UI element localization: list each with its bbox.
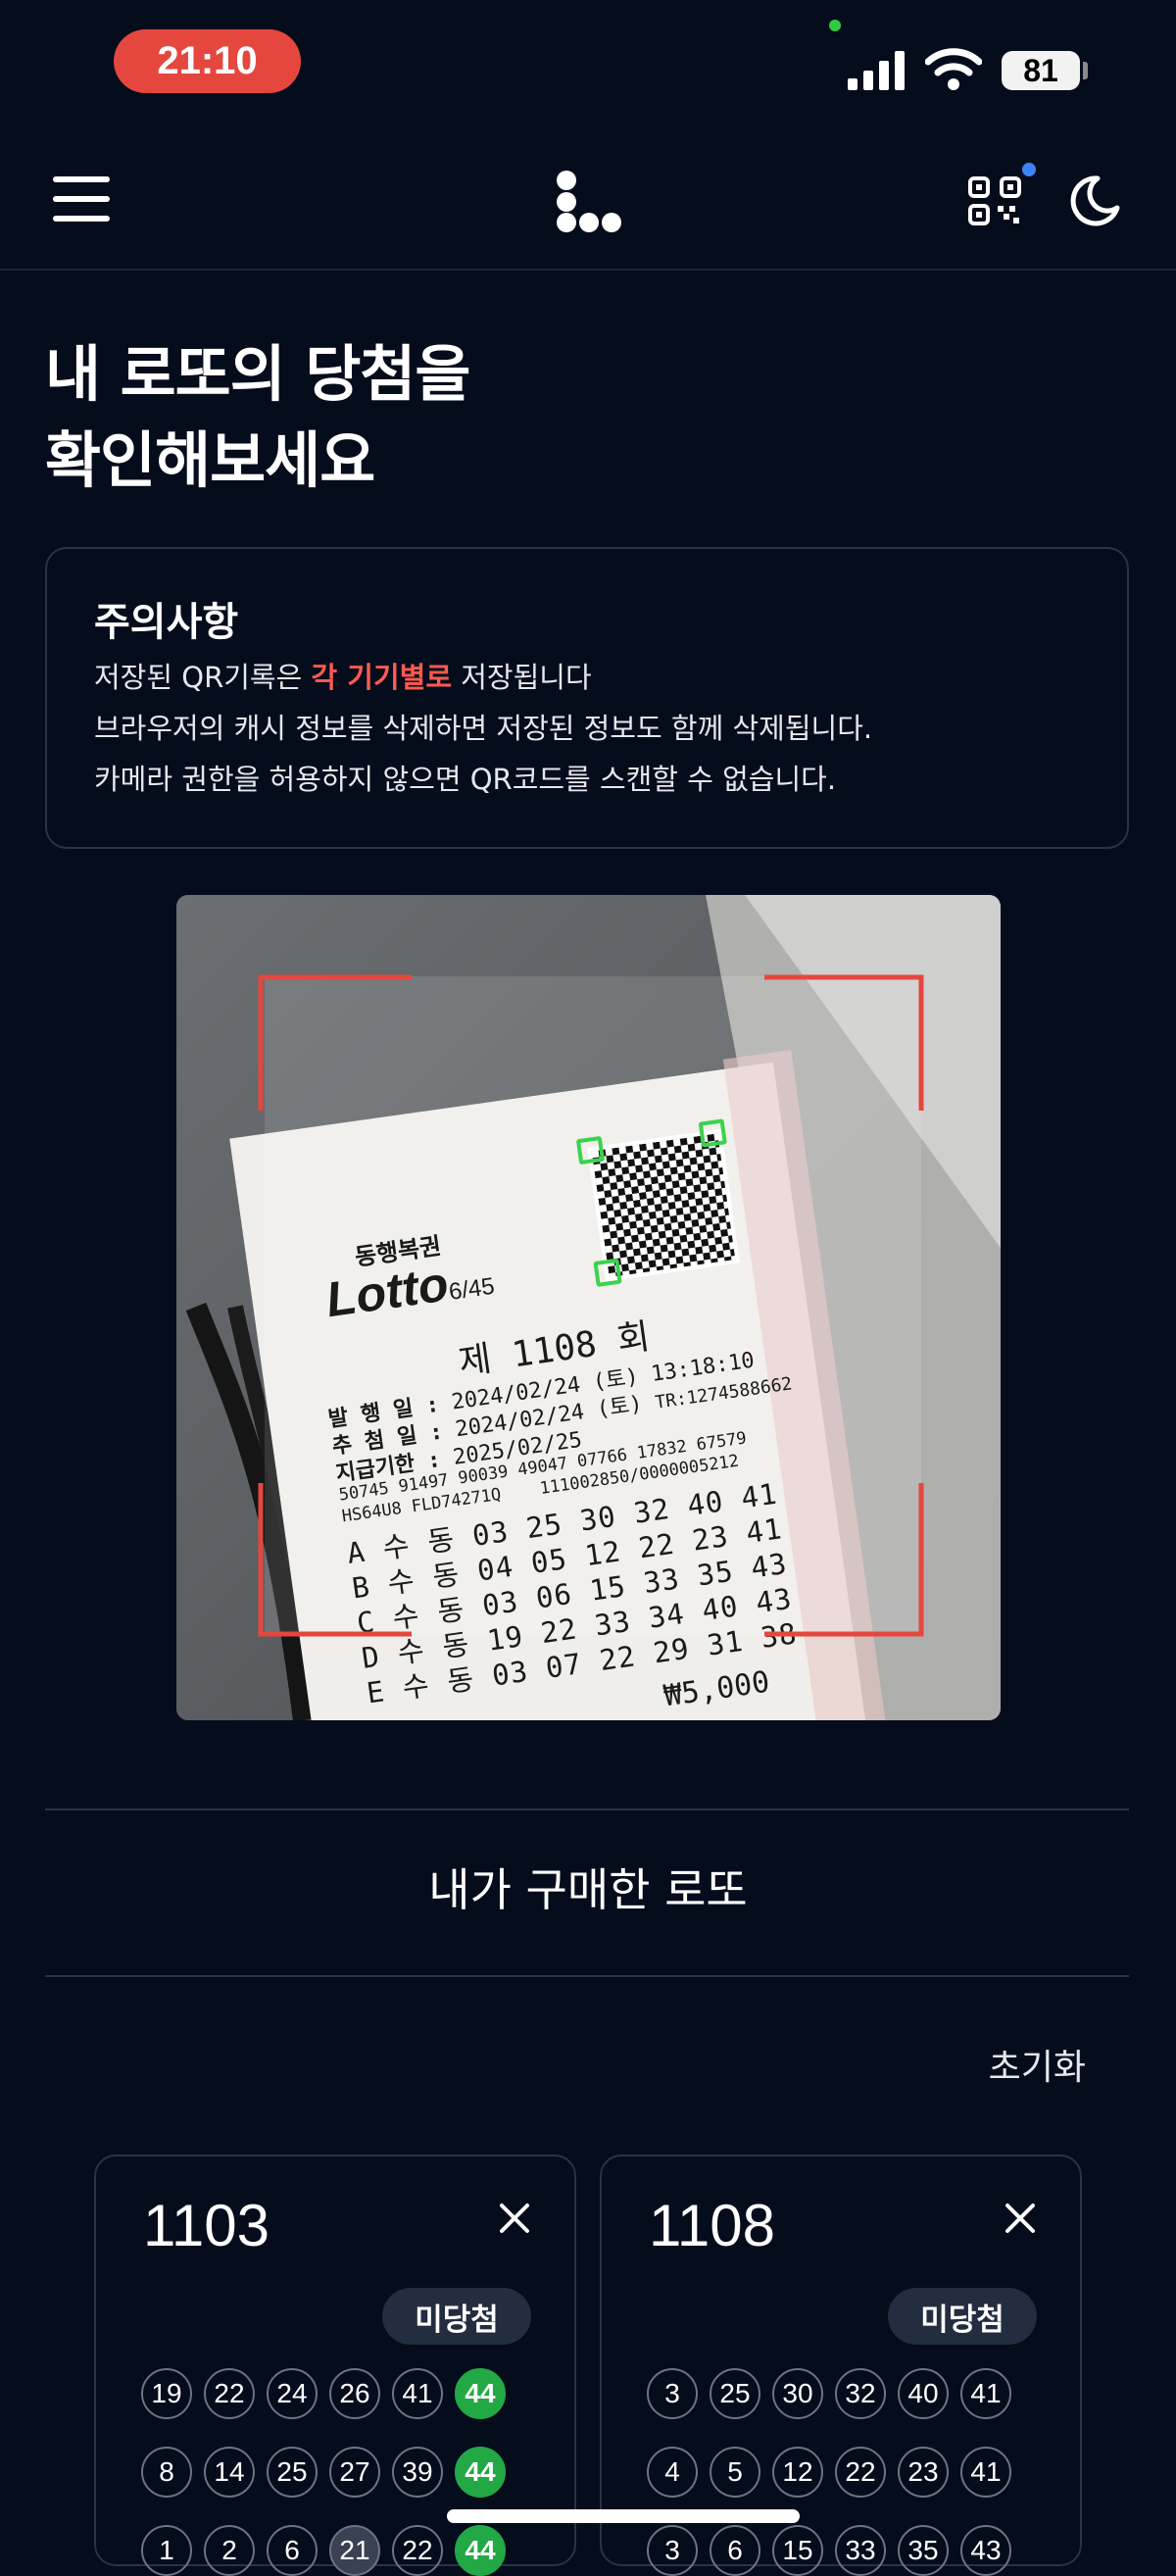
lotto-ball: 14 <box>204 2447 255 2498</box>
battery-indicator: 81 <box>1002 51 1080 90</box>
notice-line-1-before: 저장된 QR기록은 <box>94 661 312 694</box>
app-logo-icon[interactable] <box>555 169 623 233</box>
qr-code-icon[interactable] <box>968 176 1023 225</box>
lotto-ball: 33 <box>835 2525 886 2576</box>
lotto-ball: 26 <box>329 2368 380 2419</box>
lotto-ball: 2 <box>204 2525 255 2576</box>
notice-line-1-after: 저장됩니다 <box>452 661 592 694</box>
scan-frame <box>258 974 924 1637</box>
notification-dot <box>1022 163 1036 176</box>
battery-tip <box>1083 62 1088 79</box>
close-icon[interactable] <box>1004 2202 1037 2235</box>
lotto-ball: 3 <box>647 2525 698 2576</box>
status-badge: 미당첨 <box>382 2288 531 2345</box>
qr-scanner-view[interactable]: 동행복권 Lotto 6/45 제 1108 회 발 행 일 : 2024/02… <box>176 895 1001 1720</box>
lotto-ball: 35 <box>898 2525 949 2576</box>
lotto-ball: 12 <box>772 2447 823 2498</box>
lotto-ball: 32 <box>835 2368 886 2419</box>
lotto-ball: 44 <box>455 2447 506 2498</box>
lotto-ball: 4 <box>647 2447 698 2498</box>
lotto-ball: 25 <box>267 2447 318 2498</box>
reset-button[interactable]: 초기화 <box>989 2039 1086 2090</box>
section-divider-top <box>45 1808 1129 1810</box>
lotto-ball: 19 <box>141 2368 192 2419</box>
cellular-signal-icon <box>848 51 905 90</box>
wifi-icon <box>925 48 982 90</box>
lotto-ball: 3 <box>647 2368 698 2419</box>
ticket-1-row-3: 1 2 6 21 22 44 <box>141 2525 506 2576</box>
ticket-card-1103[interactable]: 1103 미당첨 19 22 24 26 41 44 8 14 25 27 39 44 1 2 6 21 2… <box>94 2155 576 2576</box>
status-badge: 미당첨 <box>888 2288 1037 2345</box>
ticket-card-1108[interactable]: 1108 미당첨 3 25 30 32 40 41 4 5 12 22 23 41 3 6 15 33 35… <box>600 2155 1082 2576</box>
ticket-1-row-2: 8 14 25 27 39 44 <box>141 2447 506 2498</box>
lotto-ball: 44 <box>455 2525 506 2576</box>
notice-title: 주의사항 <box>94 600 239 645</box>
ticket-2-row-2: 4 5 12 22 23 41 <box>647 2447 1011 2498</box>
status-time: 21:10 <box>114 29 301 93</box>
lotto-ball: 41 <box>392 2368 443 2419</box>
lotto-ball: 1 <box>141 2525 192 2576</box>
lotto-ball: 24 <box>267 2368 318 2419</box>
close-icon[interactable] <box>498 2202 531 2235</box>
lotto-ball: 43 <box>960 2525 1011 2576</box>
lotto-ball: 44 <box>455 2368 506 2419</box>
home-indicator[interactable] <box>447 2509 800 2523</box>
notice-line-3: 카메라 권한을 허용하지 않으면 QR코드를 스캔할 수 없습니다. <box>94 763 837 796</box>
lotto-ball: 23 <box>898 2447 949 2498</box>
section-divider-bottom <box>45 1975 1129 1977</box>
lotto-ball: 40 <box>898 2368 949 2419</box>
ticket-2-row-3: 3 6 15 33 35 43 <box>647 2525 1011 2576</box>
notice-highlight: 각 기기별로 <box>311 661 453 694</box>
privacy-indicator-dot <box>829 20 841 31</box>
lotto-ball: 22 <box>204 2368 255 2419</box>
lotto-ball: 25 <box>710 2368 760 2419</box>
lotto-ball: 8 <box>141 2447 192 2498</box>
lotto-ball: 22 <box>392 2525 443 2576</box>
header-divider <box>0 269 1176 271</box>
page-title-line1: 내 로또의 당첨을 <box>45 338 470 410</box>
notice-card: 주의사항 저장된 QR기록은 각 기기별로 저장됩니다 브라우저의 캐시 정보를… <box>45 547 1129 849</box>
lotto-ball: 39 <box>392 2447 443 2498</box>
moon-icon[interactable] <box>1068 174 1121 227</box>
lotto-ball: 15 <box>772 2525 823 2576</box>
lotto-ball: 6 <box>267 2525 318 2576</box>
lotto-ball: 5 <box>710 2447 760 2498</box>
lotto-ball: 30 <box>772 2368 823 2419</box>
hamburger-menu-icon[interactable] <box>51 174 114 223</box>
ticket-round-number: 1108 <box>649 2193 776 2258</box>
notice-line-1: 저장된 QR기록은 각 기기별로 저장됩니다 <box>94 655 592 696</box>
lotto-ball: 27 <box>329 2447 380 2498</box>
lotto-ball: 22 <box>835 2447 886 2498</box>
lotto-ball: 6 <box>710 2525 760 2576</box>
lotto-ball: 41 <box>960 2447 1011 2498</box>
ticket-2-row-1: 3 25 30 32 40 41 <box>647 2368 1011 2419</box>
page-title: 내 로또의 당첨을 확인해보세요 <box>45 331 927 504</box>
lotto-ball: 41 <box>960 2368 1011 2419</box>
page-title-line2: 확인해보세요 <box>45 424 375 496</box>
lotto-ball: 21 <box>329 2525 380 2576</box>
ticket-1-row-1: 19 22 24 26 41 44 <box>141 2368 506 2419</box>
my-lotto-title: 내가 구매한 로또 <box>428 1863 748 1916</box>
ticket-round-number: 1103 <box>143 2193 270 2258</box>
notice-line-2: 브라우저의 캐시 정보를 삭제하면 저장된 정보도 함께 삭제됩니다. <box>94 712 873 745</box>
